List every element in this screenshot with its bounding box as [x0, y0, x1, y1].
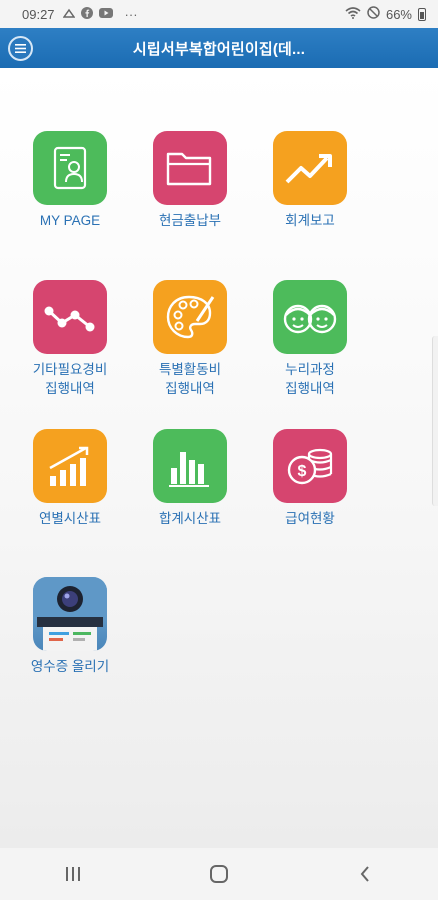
bar-chart-icon	[153, 429, 227, 503]
status-time: 09:27	[22, 6, 55, 22]
youtube-icon	[98, 7, 113, 21]
more-dots: ···	[124, 6, 138, 22]
menu-item-special-activity[interactable]: 특별활동비 집행내역	[130, 280, 250, 398]
menu-item-label: 현금출납부	[158, 213, 222, 228]
coins-icon: $	[273, 429, 347, 503]
menu-item-label: 기타필요경비 집행내역	[32, 362, 108, 396]
battery-percent: 66%	[385, 6, 412, 22]
back-button[interactable]	[335, 854, 395, 894]
menu-item-other-expenses[interactable]: 기타필요경비 집행내역	[10, 280, 130, 398]
menu-icon	[15, 44, 26, 53]
menu-item-upload-receipt[interactable]: 영수증 올리기	[10, 577, 130, 676]
menu-item-label: 연별시산표	[38, 511, 102, 526]
recent-apps-icon	[66, 867, 80, 881]
page-title: 시립서부복합어린이집(데...	[132, 40, 306, 58]
battery-icon	[418, 7, 426, 21]
notification-icon	[62, 8, 76, 21]
app-header: 시립서부복합어린이집(데...	[0, 28, 438, 68]
facebook-icon	[80, 6, 93, 22]
svg-text:$: $	[298, 463, 307, 480]
trend-up-icon	[273, 131, 347, 205]
back-icon	[360, 866, 369, 882]
folder-icon	[153, 131, 227, 205]
do-not-disturb-icon	[367, 6, 380, 22]
receipt-scanner-icon	[33, 577, 107, 651]
menu-item-label: 합계시산표	[158, 511, 222, 526]
menu-item-label: 특별활동비 집행내역	[158, 362, 222, 396]
children-faces-icon	[273, 280, 347, 354]
menu-button[interactable]	[8, 36, 33, 61]
menu-item-annual-trial-balance[interactable]: 연별시산표	[10, 429, 130, 528]
menu-item-my-page[interactable]: MY PAGE	[10, 131, 130, 230]
wifi-icon	[345, 6, 361, 22]
menu-item-label: 회계보고	[285, 213, 335, 228]
menu-item-label: 급여현황	[285, 511, 335, 526]
menu-item-label: 누리과정 집행내역	[285, 362, 335, 396]
palette-icon	[153, 280, 227, 354]
menu-item-nuri-course[interactable]: 누리과정 집행내역	[250, 280, 370, 398]
line-graph-icon	[33, 280, 107, 354]
status-bar: 09:27 ··· 66%	[0, 0, 438, 28]
rising-bars-icon	[33, 429, 107, 503]
system-nav-bar	[0, 848, 438, 900]
menu-grid: MY PAGE 현금출납부 회계보고 기타필요경비 집행내역 특별활동비 집행내…	[0, 68, 438, 848]
menu-item-total-trial-balance[interactable]: 합계시산표	[130, 429, 250, 528]
edge-panel-handle[interactable]	[432, 336, 438, 506]
profile-card-icon	[33, 131, 107, 205]
recent-apps-button[interactable]	[43, 854, 103, 894]
menu-item-label: 영수증 올리기	[30, 659, 110, 674]
home-icon	[210, 865, 228, 883]
menu-item-cash-book[interactable]: 현금출납부	[130, 131, 250, 230]
menu-item-label: MY PAGE	[39, 213, 101, 228]
home-button[interactable]	[189, 854, 249, 894]
menu-item-salary-status[interactable]: $ 급여현황	[250, 429, 370, 528]
menu-item-accounting-report[interactable]: 회계보고	[250, 131, 370, 230]
